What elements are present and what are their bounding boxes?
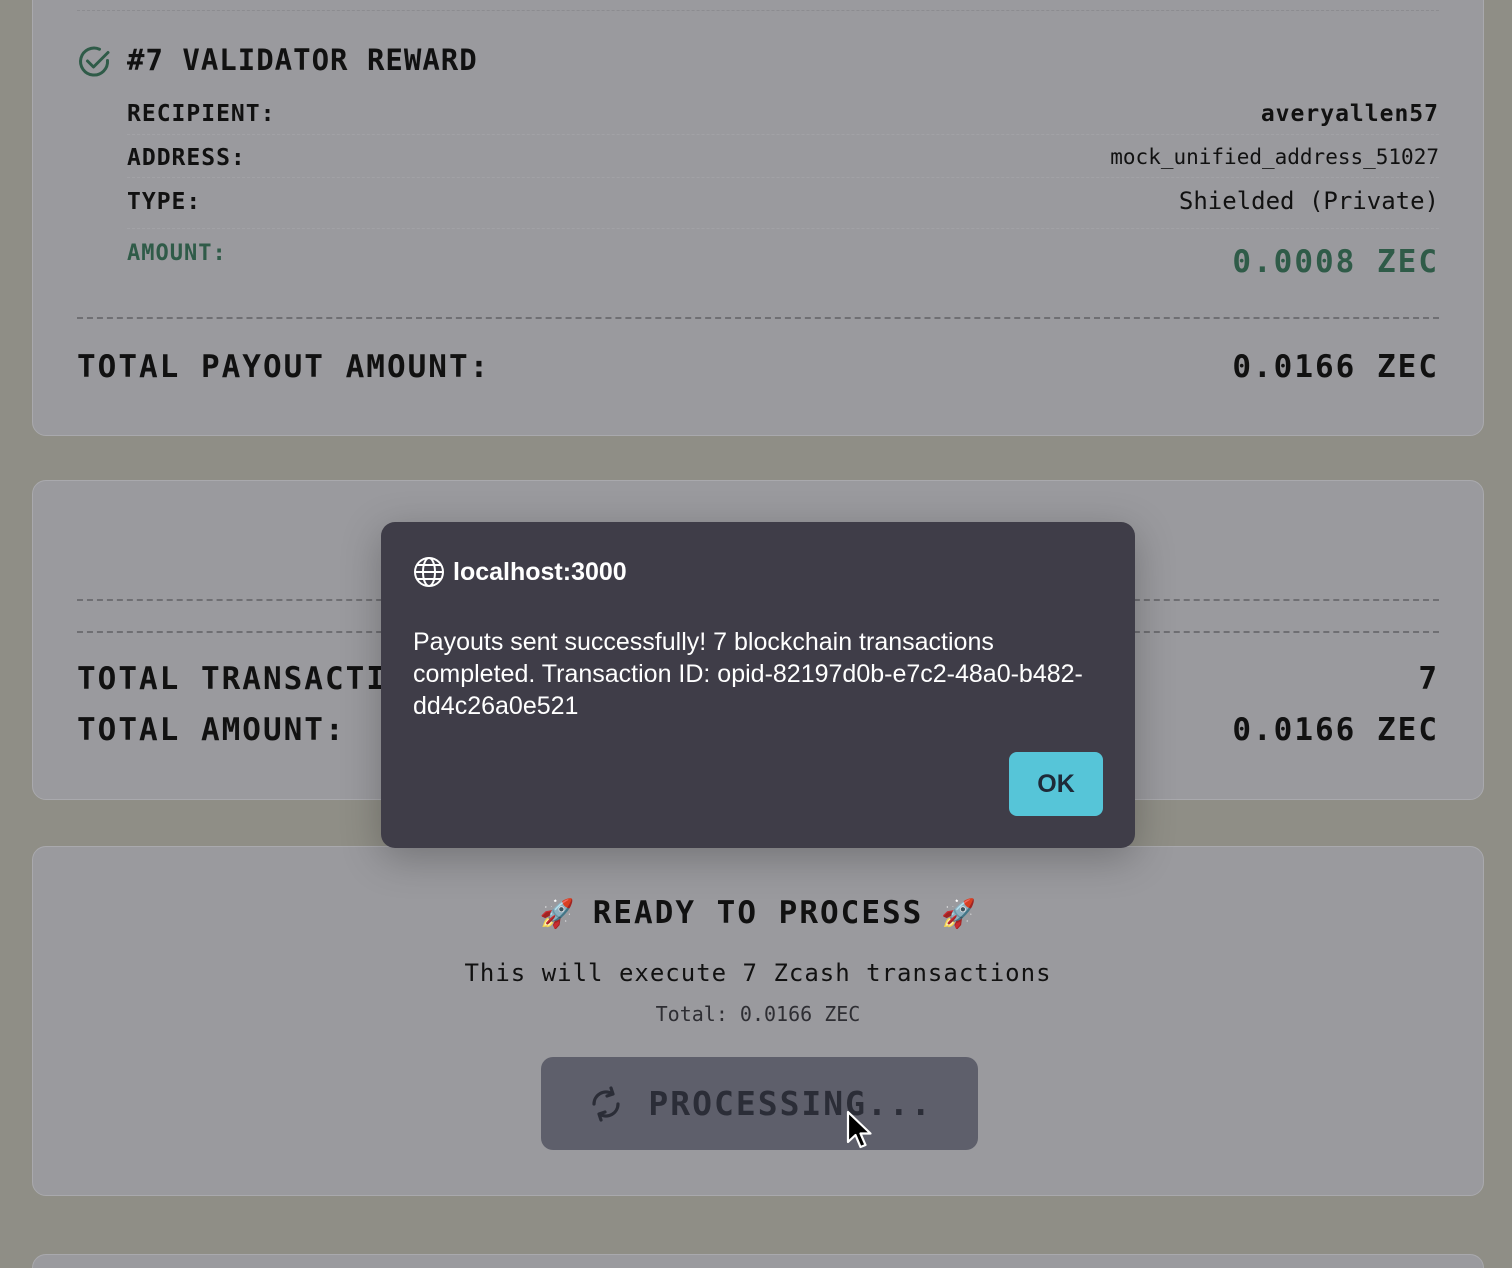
row-divider (127, 134, 1439, 135)
mouse-pointer-icon (846, 1110, 872, 1149)
rocket-icon: 🚀 (941, 896, 977, 930)
globe-icon (413, 556, 445, 588)
type-value: Shielded (Private) (1178, 187, 1439, 215)
row-divider (127, 177, 1439, 178)
dialog-origin: localhost:3000 (413, 556, 627, 588)
address-value: mock_unified_address_51027 (1110, 145, 1439, 169)
recipient-label: RECIPIENT: (127, 101, 276, 127)
row-divider (127, 228, 1439, 229)
payout-title: #7 VALIDATOR REWARD (127, 43, 478, 77)
check-circle-icon (79, 46, 110, 77)
recipient-value: averyallen57 (1260, 101, 1439, 127)
total-amount-value: 0.0166 ZEC (1232, 712, 1439, 748)
total-divider (77, 317, 1439, 319)
total-transactions-value: 7 (1418, 661, 1439, 697)
total-amount-label: TOTAL AMOUNT: (77, 712, 346, 748)
next-card (32, 1254, 1484, 1268)
dialog-origin-text: localhost:3000 (453, 557, 627, 586)
process-description: This will execute 7 Zcash transactions (464, 959, 1052, 987)
process-card: 🚀 READY TO PROCESS 🚀 This will execute 7… (32, 846, 1484, 1196)
amount-label: AMOUNT: (127, 241, 227, 266)
type-label: TYPE: (127, 189, 202, 215)
alert-dialog: localhost:3000 Payouts sent successfully… (381, 522, 1135, 848)
refresh-icon (586, 1084, 626, 1124)
rocket-icon: 🚀 (539, 896, 575, 930)
total-payout-value: 0.0166 ZEC (1232, 349, 1439, 385)
total-payout-label: TOTAL PAYOUT AMOUNT: (77, 349, 491, 385)
processing-label: PROCESSING... (648, 1084, 933, 1123)
payout-card: #7 VALIDATOR REWARD RECIPIENT: averyalle… (32, 0, 1484, 436)
process-total: Total: 0.0166 ZEC (655, 1002, 861, 1026)
address-label: ADDRESS: (127, 145, 246, 171)
dialog-message: Payouts sent successfully! 7 blockchain … (413, 628, 1083, 720)
process-heading: 🚀 READY TO PROCESS 🚀 (33, 895, 1483, 931)
divider (77, 10, 1439, 11)
amount-value: 0.0008 ZEC (1232, 244, 1439, 280)
process-title: READY TO PROCESS (592, 895, 924, 931)
processing-button[interactable]: PROCESSING... (541, 1057, 978, 1150)
ok-button[interactable]: OK (1009, 752, 1103, 816)
